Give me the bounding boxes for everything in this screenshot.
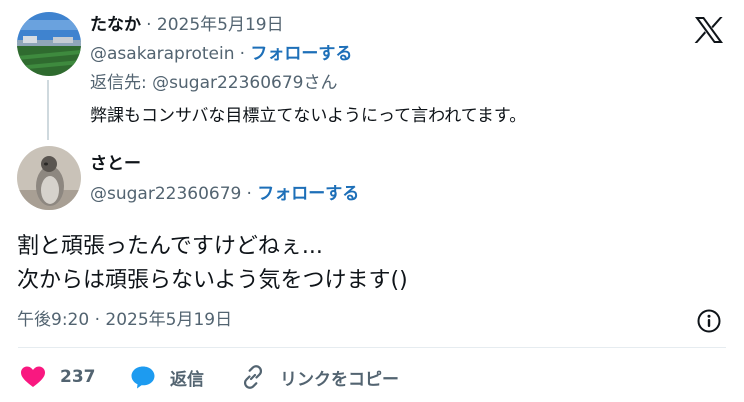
info-icon[interactable]: [696, 308, 722, 334]
reply-to-suffix: さん: [303, 73, 338, 93]
main-body-line-2: 次からは頑張らないよう気をつけます(): [17, 268, 408, 293]
main-author-handle[interactable]: @sugar22360679: [90, 184, 241, 204]
main-author-avatar[interactable]: [17, 146, 81, 210]
speech-bubble-icon: [130, 365, 156, 389]
copy-link-button[interactable]: リンクをコピー: [240, 362, 399, 392]
main-body-line-1: 割と頑張ったんですけどねぇ...: [17, 234, 323, 259]
reply-author-avatar[interactable]: [17, 12, 81, 76]
reply-to-prefix: 返信先:: [90, 73, 153, 93]
copy-link-label: リンクをコピー: [280, 369, 399, 390]
reply-to-handle[interactable]: @sugar22360679: [152, 73, 303, 93]
reply-follow-button[interactable]: フォローする: [250, 44, 352, 64]
like-count: 237: [60, 367, 96, 387]
separator-dot: ·: [146, 15, 157, 35]
separator-dot: ·: [239, 44, 251, 64]
divider: [18, 347, 726, 348]
reply-body-text: 弊課もコンサバな目標立てないようにって言われてます。: [90, 106, 527, 126]
reply-date[interactable]: 2025年5月19日: [157, 15, 284, 35]
separator-dot: ·: [246, 184, 258, 204]
like-button[interactable]: 237: [20, 362, 96, 392]
reply-author-handle[interactable]: @asakaraprotein: [90, 44, 235, 64]
x-logo-icon[interactable]: [694, 16, 724, 44]
main-follow-button[interactable]: フォローする: [257, 184, 359, 204]
reply-button[interactable]: 返信: [130, 362, 204, 392]
main-timestamp[interactable]: 午後9:20 · 2025年5月19日: [17, 312, 232, 329]
main-author-name[interactable]: さとー: [90, 156, 141, 173]
heart-icon: [20, 365, 46, 389]
link-icon: [240, 364, 266, 390]
reply-author-name[interactable]: たなか: [90, 15, 141, 35]
thread-connector-line: [47, 80, 49, 140]
reply-label: 返信: [170, 369, 204, 390]
